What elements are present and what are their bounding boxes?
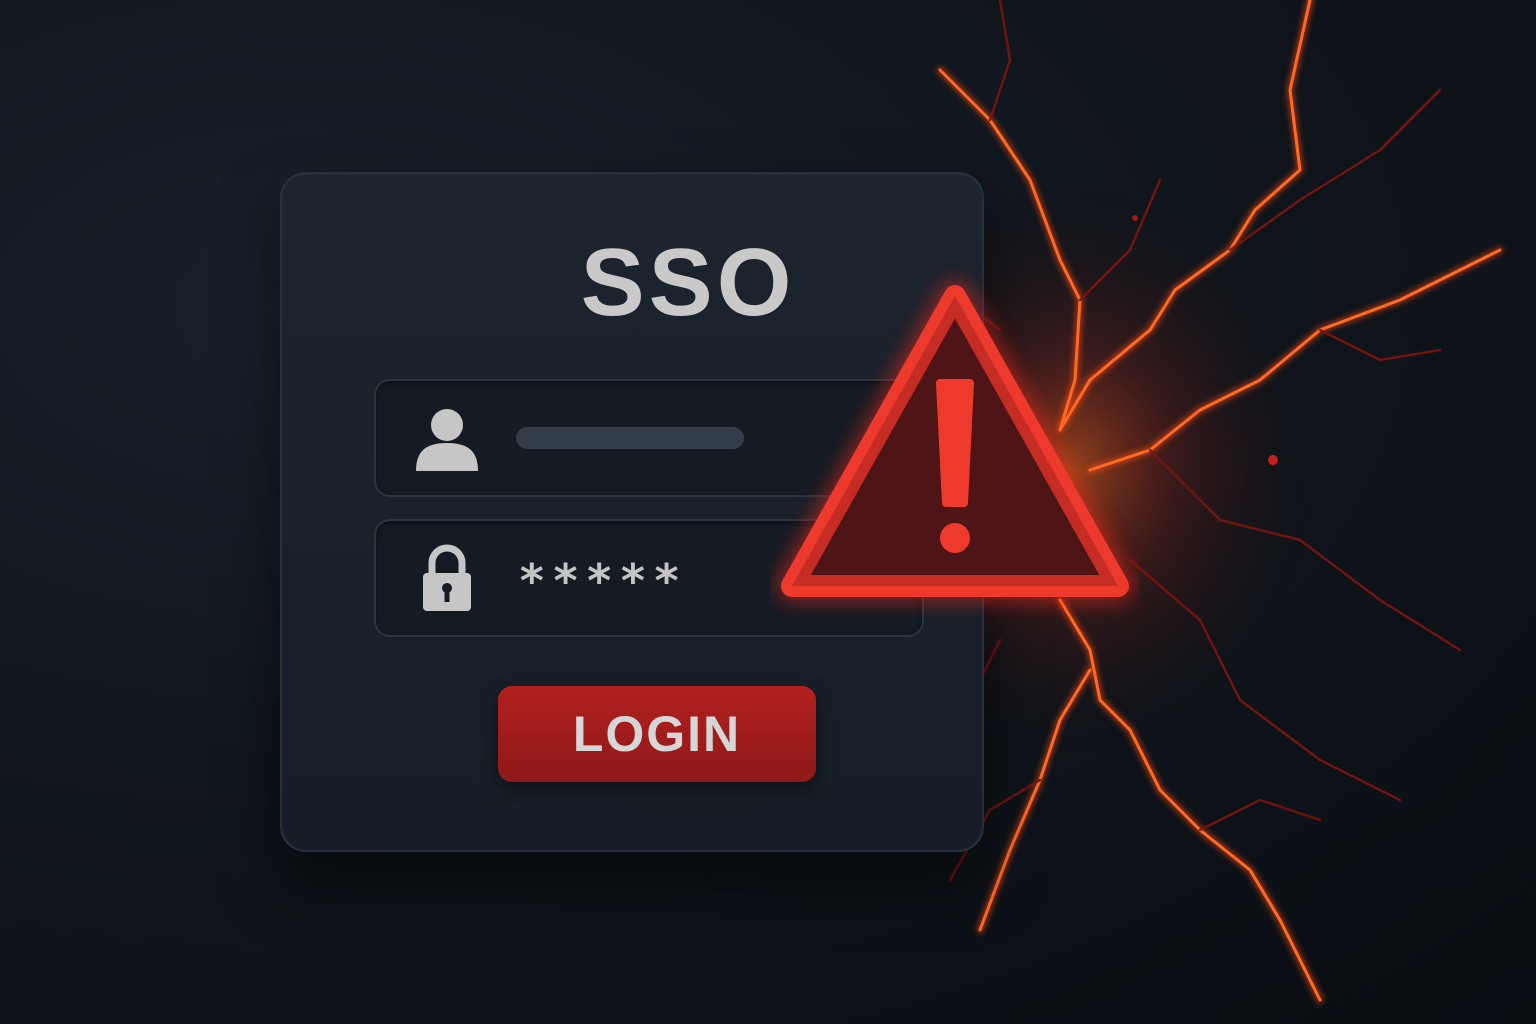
login-button[interactable]: LOGIN [498, 686, 816, 782]
lock-icon [423, 544, 471, 611]
warning-icon [777, 281, 1133, 601]
username-placeholder [516, 427, 744, 449]
page-title: SSO [580, 229, 796, 336]
user-icon [416, 409, 478, 471]
password-mask: ***** [518, 554, 687, 608]
